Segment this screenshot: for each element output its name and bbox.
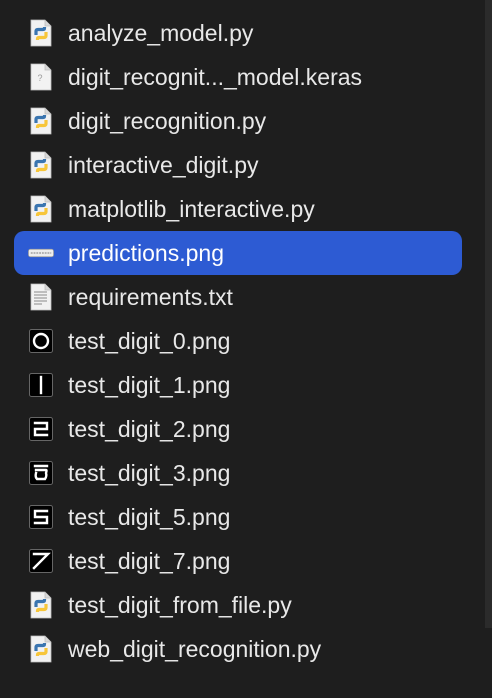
file-name: test_digit_3.png bbox=[68, 459, 231, 486]
digit-2-thumbnail-icon bbox=[28, 414, 54, 444]
file-row-digit-recognition-py[interactable]: digit_recognition.py bbox=[14, 99, 462, 143]
digit-1-thumbnail-icon bbox=[28, 370, 54, 400]
file-name: test_digit_7.png bbox=[68, 547, 231, 574]
file-name: analyze_model.py bbox=[68, 19, 254, 46]
file-row-matplotlib-interactive-py[interactable]: matplotlib_interactive.py bbox=[14, 187, 462, 231]
digit-5-thumbnail-icon bbox=[28, 502, 54, 532]
file-row-predictions-png[interactable]: predictions.png bbox=[14, 231, 462, 275]
python-file-icon bbox=[28, 106, 54, 136]
file-row-test-digit-from-file-py[interactable]: test_digit_from_file.py bbox=[14, 583, 462, 627]
file-name: test_digit_0.png bbox=[68, 327, 231, 354]
scrollbar-track[interactable] bbox=[485, 0, 492, 628]
image-strip-thumbnail-icon bbox=[28, 238, 54, 268]
file-name: interactive_digit.py bbox=[68, 151, 259, 178]
file-row-test-digit-3-png[interactable]: test_digit_3.png bbox=[14, 451, 462, 495]
file-row-test-digit-1-png[interactable]: test_digit_1.png bbox=[14, 363, 462, 407]
python-file-icon bbox=[28, 194, 54, 224]
python-file-icon bbox=[28, 18, 54, 48]
file-name: digit_recognition.py bbox=[68, 107, 267, 134]
digit-3-thumbnail-icon bbox=[28, 458, 54, 488]
file-name: digit_recognit..._model.keras bbox=[68, 63, 363, 90]
file-name: test_digit_1.png bbox=[68, 371, 231, 398]
file-row-web-digit-recognition-py[interactable]: web_digit_recognition.py bbox=[14, 627, 462, 671]
file-row-digit-recognition-model-keras[interactable]: ? digit_recognit..._model.keras bbox=[14, 55, 462, 99]
digit-7-thumbnail-icon bbox=[28, 546, 54, 576]
digit-0-thumbnail-icon bbox=[28, 326, 54, 356]
file-row-test-digit-5-png[interactable]: test_digit_5.png bbox=[14, 495, 462, 539]
file-row-test-digit-2-png[interactable]: test_digit_2.png bbox=[14, 407, 462, 451]
file-list: analyze_model.py ? digit_recognit..._mod… bbox=[0, 11, 480, 671]
file-name: test_digit_from_file.py bbox=[68, 591, 292, 618]
file-row-test-digit-0-png[interactable]: test_digit_0.png bbox=[14, 319, 462, 363]
python-file-icon bbox=[28, 590, 54, 620]
file-row-test-digit-7-png[interactable]: test_digit_7.png bbox=[14, 539, 462, 583]
file-row-requirements-txt[interactable]: requirements.txt bbox=[14, 275, 462, 319]
file-row-interactive-digit-py[interactable]: interactive_digit.py bbox=[14, 143, 462, 187]
file-row-analyze-model-py[interactable]: analyze_model.py bbox=[14, 11, 462, 55]
file-name: test_digit_2.png bbox=[68, 415, 231, 442]
file-name: requirements.txt bbox=[68, 283, 233, 310]
file-name: predictions.png bbox=[68, 239, 224, 266]
finder-file-list-pane: analyze_model.py ? digit_recognit..._mod… bbox=[0, 0, 492, 698]
unknown-file-icon: ? bbox=[28, 62, 54, 92]
python-file-icon bbox=[28, 634, 54, 664]
text-file-icon bbox=[28, 282, 54, 312]
file-name: web_digit_recognition.py bbox=[68, 635, 322, 662]
python-file-icon bbox=[28, 150, 54, 180]
file-name: matplotlib_interactive.py bbox=[68, 195, 315, 222]
svg-text:?: ? bbox=[37, 73, 42, 83]
file-name: test_digit_5.png bbox=[68, 503, 231, 530]
